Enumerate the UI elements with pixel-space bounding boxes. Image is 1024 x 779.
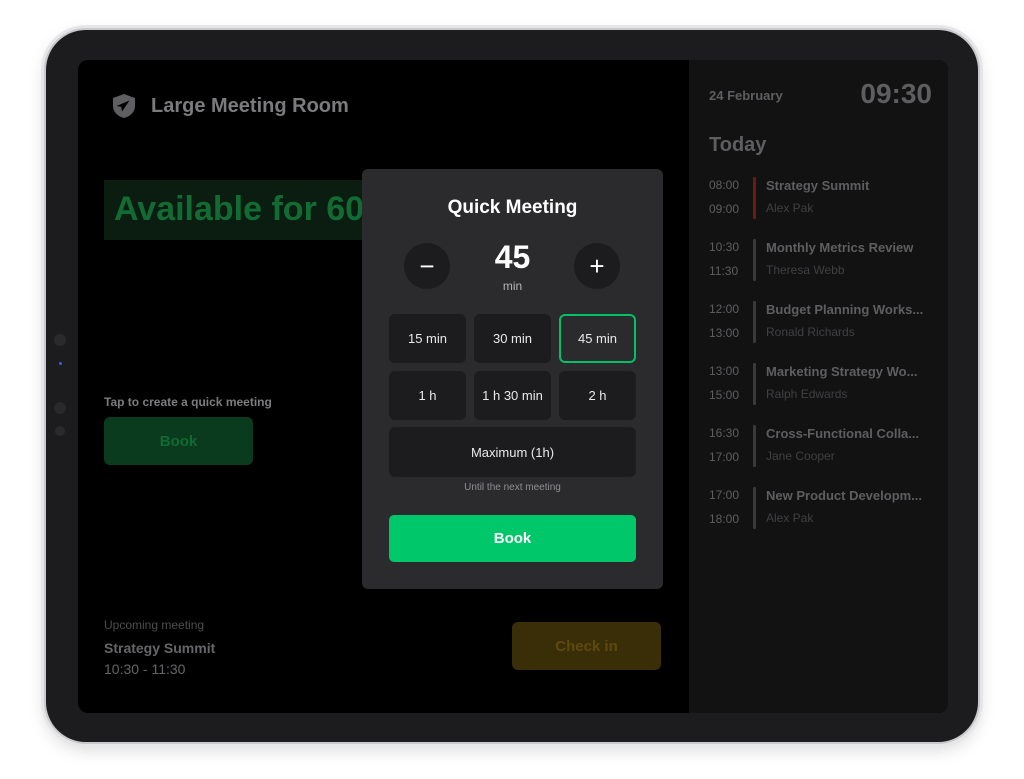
event-end: 11:30: [709, 264, 739, 278]
event-start: 08:00: [709, 178, 740, 192]
event-organizer: Ralph Edwards: [766, 387, 848, 401]
event-organizer: Jane Cooper: [766, 449, 835, 463]
event-status-bar: [753, 363, 756, 405]
event-end: 13:00: [709, 326, 740, 340]
event-start: 12:00: [709, 302, 740, 316]
event-title: Cross-Functional Colla...: [766, 426, 920, 441]
event-end: 09:00: [709, 202, 740, 216]
indicator-dot: [59, 362, 62, 365]
event-organizer: Theresa Webb: [766, 263, 845, 277]
event-title: Strategy Summit: [766, 178, 870, 193]
event-status-bar: [753, 239, 756, 281]
duration-option-2-h[interactable]: 2 h: [559, 371, 636, 420]
duration-option-45-min-selected[interactable]: 45 min: [559, 314, 636, 363]
duration-option-1-h-30-min[interactable]: 1 h 30 min: [474, 371, 551, 420]
room-name: Large Meeting Room: [151, 94, 349, 117]
magnet-dot: [55, 426, 65, 436]
event-end: 18:00: [709, 512, 740, 526]
event-start: 10:30: [709, 240, 740, 254]
current-time: 09:30: [860, 78, 932, 109]
app-screen: Large Meeting Room Available for 60 min …: [78, 60, 948, 713]
event-item[interactable]: 16:30 17:00 Cross-Functional Colla... Jan…: [709, 425, 941, 487]
plus-icon: +: [589, 250, 605, 281]
magnet-dot: [54, 402, 66, 414]
availability-banner: Available for 60 min: [104, 180, 404, 240]
location-arrow-shield-icon: [113, 94, 135, 118]
event-status-bar: [753, 177, 756, 219]
check-in-button[interactable]: Check in: [512, 622, 661, 670]
upcoming-meeting-time: 10:30 - 11:30: [104, 661, 186, 677]
upcoming-meeting-label: Upcoming meeting: [104, 618, 205, 632]
quick-meeting-hint: Tap to create a quick meeting: [104, 395, 272, 409]
magnet-dot: [54, 334, 66, 346]
duration-option-1-h[interactable]: 1 h: [389, 371, 466, 420]
event-start: 16:30: [709, 426, 740, 440]
current-date: 24 February: [709, 88, 783, 103]
event-title: Budget Planning Works...: [766, 302, 924, 317]
event-item[interactable]: 17:00 18:00 New Product Developm... Alex …: [709, 487, 941, 549]
event-title: Marketing Strategy Wo...: [766, 364, 918, 379]
event-organizer: Alex Pak: [766, 511, 814, 525]
room-header: Large Meeting Room: [110, 92, 349, 120]
book-button[interactable]: Book: [389, 515, 636, 562]
event-end: 17:00: [709, 450, 740, 464]
duration-option-30-min[interactable]: 30 min: [474, 314, 551, 363]
increase-duration-button[interactable]: +: [574, 243, 620, 289]
event-end: 15:00: [709, 388, 740, 402]
availability-text: Available for 60 min: [114, 190, 404, 228]
event-start: 17:00: [709, 488, 740, 502]
event-status-bar: [753, 487, 756, 529]
event-status-bar: [753, 301, 756, 343]
schedule-heading: Today: [709, 134, 767, 156]
event-start: 13:00: [709, 364, 740, 378]
event-title: New Product Developm...: [766, 488, 923, 503]
schedule-panel: 24 February 09:30 Today 08:00 09:00 Strat…: [689, 60, 948, 713]
duration-unit: min: [502, 279, 523, 293]
event-status-bar: [753, 425, 756, 467]
event-title: Monthly Metrics Review: [766, 240, 914, 255]
event-list: 08:00 09:00 Strategy Summit Alex Pak 10:3…: [709, 177, 941, 549]
maximum-note: Until the next meeting: [464, 482, 561, 493]
event-item[interactable]: 12:00 13:00 Budget Planning Works... Rona…: [709, 301, 941, 363]
dialog-title: Quick Meeting: [447, 197, 578, 218]
duration-option-15-min[interactable]: 15 min: [389, 314, 466, 363]
event-item[interactable]: 13:00 15:00 Marketing Strategy Wo... Ralp…: [709, 363, 941, 425]
event-item[interactable]: 10:30 11:30 Monthly Metrics Review Theres…: [709, 239, 941, 301]
upcoming-meeting-title: Strategy Summit: [104, 640, 216, 656]
event-organizer: Alex Pak: [766, 201, 814, 215]
quick-meeting-dialog: Quick Meeting − 45 min + 15 min 30 min 4…: [362, 169, 663, 589]
duration-option-maximum[interactable]: Maximum (1h): [389, 427, 636, 477]
book-button-background[interactable]: Book: [104, 417, 253, 465]
event-organizer: Ronald Richards: [766, 325, 855, 339]
event-item[interactable]: 08:00 09:00 Strategy Summit Alex Pak: [709, 177, 941, 239]
